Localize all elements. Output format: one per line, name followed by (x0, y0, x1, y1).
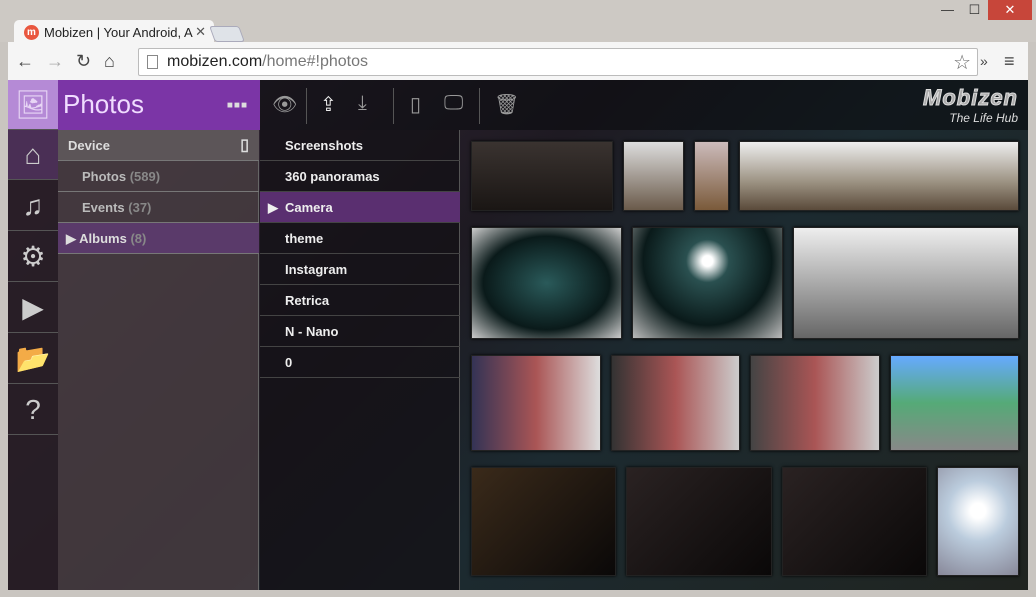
photo-thumbnail[interactable] (739, 141, 1019, 211)
photo-thumbnail[interactable] (623, 141, 684, 211)
photo-thumbnail[interactable] (632, 227, 783, 339)
back-icon[interactable]: ← (16, 51, 34, 72)
photos-icon[interactable]: 🖼 (8, 80, 58, 130)
phone-icon: ▯ (240, 137, 249, 154)
photo-thumbnail[interactable] (694, 141, 729, 211)
phone-icon[interactable]: ▯ (410, 92, 421, 117)
minimize-button[interactable]: — (935, 0, 960, 20)
photo-thumbnail[interactable] (626, 467, 772, 576)
maximize-button[interactable]: ☐ (962, 0, 987, 20)
mobizen-logo: Mobizen The Life Hub (923, 85, 1019, 126)
album-item[interactable]: Retrica (260, 285, 460, 316)
nav-item-photos[interactable]: Photos (589) (58, 161, 259, 192)
nav-item-albums[interactable]: ▶ Albums (8) (58, 223, 259, 254)
album-item[interactable]: Instagram (260, 254, 460, 285)
close-tab-icon[interactable]: ✕ (195, 24, 206, 40)
url-path: /home#!photos (262, 53, 369, 70)
reload-icon[interactable]: ↻ (76, 51, 91, 72)
home-icon[interactable]: ⌂ (104, 51, 115, 72)
upload-icon[interactable]: ⇪ (320, 92, 337, 117)
photo-thumbnail[interactable] (471, 227, 622, 339)
home-icon[interactable]: ⌂ (8, 130, 58, 180)
browser-tab[interactable]: m Mobizen | Your Android, A ✕ (14, 20, 214, 44)
photo-thumbnail[interactable] (471, 141, 613, 211)
album-item[interactable]: theme (260, 223, 460, 254)
extensions-more-button[interactable]: » (980, 53, 988, 69)
new-tab-button[interactable] (209, 26, 245, 42)
close-window-button[interactable]: ✕ (988, 0, 1032, 20)
album-item[interactable]: Screenshots (260, 130, 460, 161)
forward-icon[interactable]: → (46, 51, 64, 72)
more-icon[interactable]: ■■■ (227, 100, 248, 111)
album-item[interactable]: 360 panoramas (260, 161, 460, 192)
bookmark-star-icon[interactable]: ☆ (953, 50, 971, 75)
photo-thumbnail[interactable] (471, 355, 601, 451)
download-icon[interactable]: ⤓ (358, 92, 367, 115)
mobizen-app: 🖼 ⌂ ♫ ⚙ ▶ 📂 ? Photos ■■■ Device ▯ Photos (… (8, 80, 1028, 590)
photo-thumbnail[interactable] (471, 467, 616, 576)
album-list: Screenshots 360 panoramas ▶ Camera theme … (260, 130, 460, 590)
photo-thumbnail[interactable] (937, 467, 1019, 576)
photo-thumbnail[interactable] (793, 227, 1019, 339)
folder-icon[interactable]: 📂 (8, 334, 58, 384)
nav-device[interactable]: Device ▯ (58, 130, 259, 161)
monitor-icon[interactable]: 🖵 (444, 92, 463, 115)
music-icon[interactable]: ♫ (8, 181, 58, 231)
help-icon[interactable]: ? (8, 385, 58, 435)
eye-icon[interactable]: 👁 (272, 92, 297, 117)
browser-toolbar: ← → ↻ ⌂ mobizen.com/home#!photos ☆ » ≡ (8, 42, 1028, 80)
device-label: Device (68, 138, 110, 153)
photo-thumbnail[interactable] (782, 467, 927, 576)
address-bar[interactable]: mobizen.com/home#!photos ☆ (138, 48, 978, 76)
photo-thumbnail[interactable] (611, 355, 740, 451)
album-item-selected[interactable]: ▶ Camera (260, 192, 460, 223)
nav-panel: Device ▯ Photos (589) Events (37) ▶ Album… (58, 130, 259, 590)
favicon-icon: m (24, 25, 39, 40)
expand-arrow-icon: ▶ (268, 200, 278, 215)
tab-title: Mobizen | Your Android, A (44, 25, 193, 40)
action-toolbar: 👁 ⇪ ⤓ ▯ 🖵 🗑 Mobizen The Life Hub (260, 80, 1028, 130)
page-icon (147, 55, 158, 69)
album-item[interactable]: N - Nano (260, 316, 460, 347)
page-title: Photos (63, 89, 144, 119)
menu-icon[interactable]: ≡ (1004, 51, 1015, 72)
url-host: mobizen.com (167, 53, 263, 70)
photo-thumbnail[interactable] (750, 355, 880, 451)
play-icon[interactable]: ▶ (8, 283, 58, 333)
nav-item-events[interactable]: Events (37) (58, 192, 259, 223)
sidebar: 🖼 ⌂ ♫ ⚙ ▶ 📂 ? (8, 80, 58, 590)
settings-icon[interactable]: ⚙ (8, 232, 58, 282)
section-header: Photos ■■■ (58, 80, 260, 130)
trash-icon[interactable]: 🗑 (494, 92, 519, 117)
album-item[interactable]: 0 (260, 347, 460, 378)
photo-thumbnail[interactable] (890, 355, 1019, 451)
